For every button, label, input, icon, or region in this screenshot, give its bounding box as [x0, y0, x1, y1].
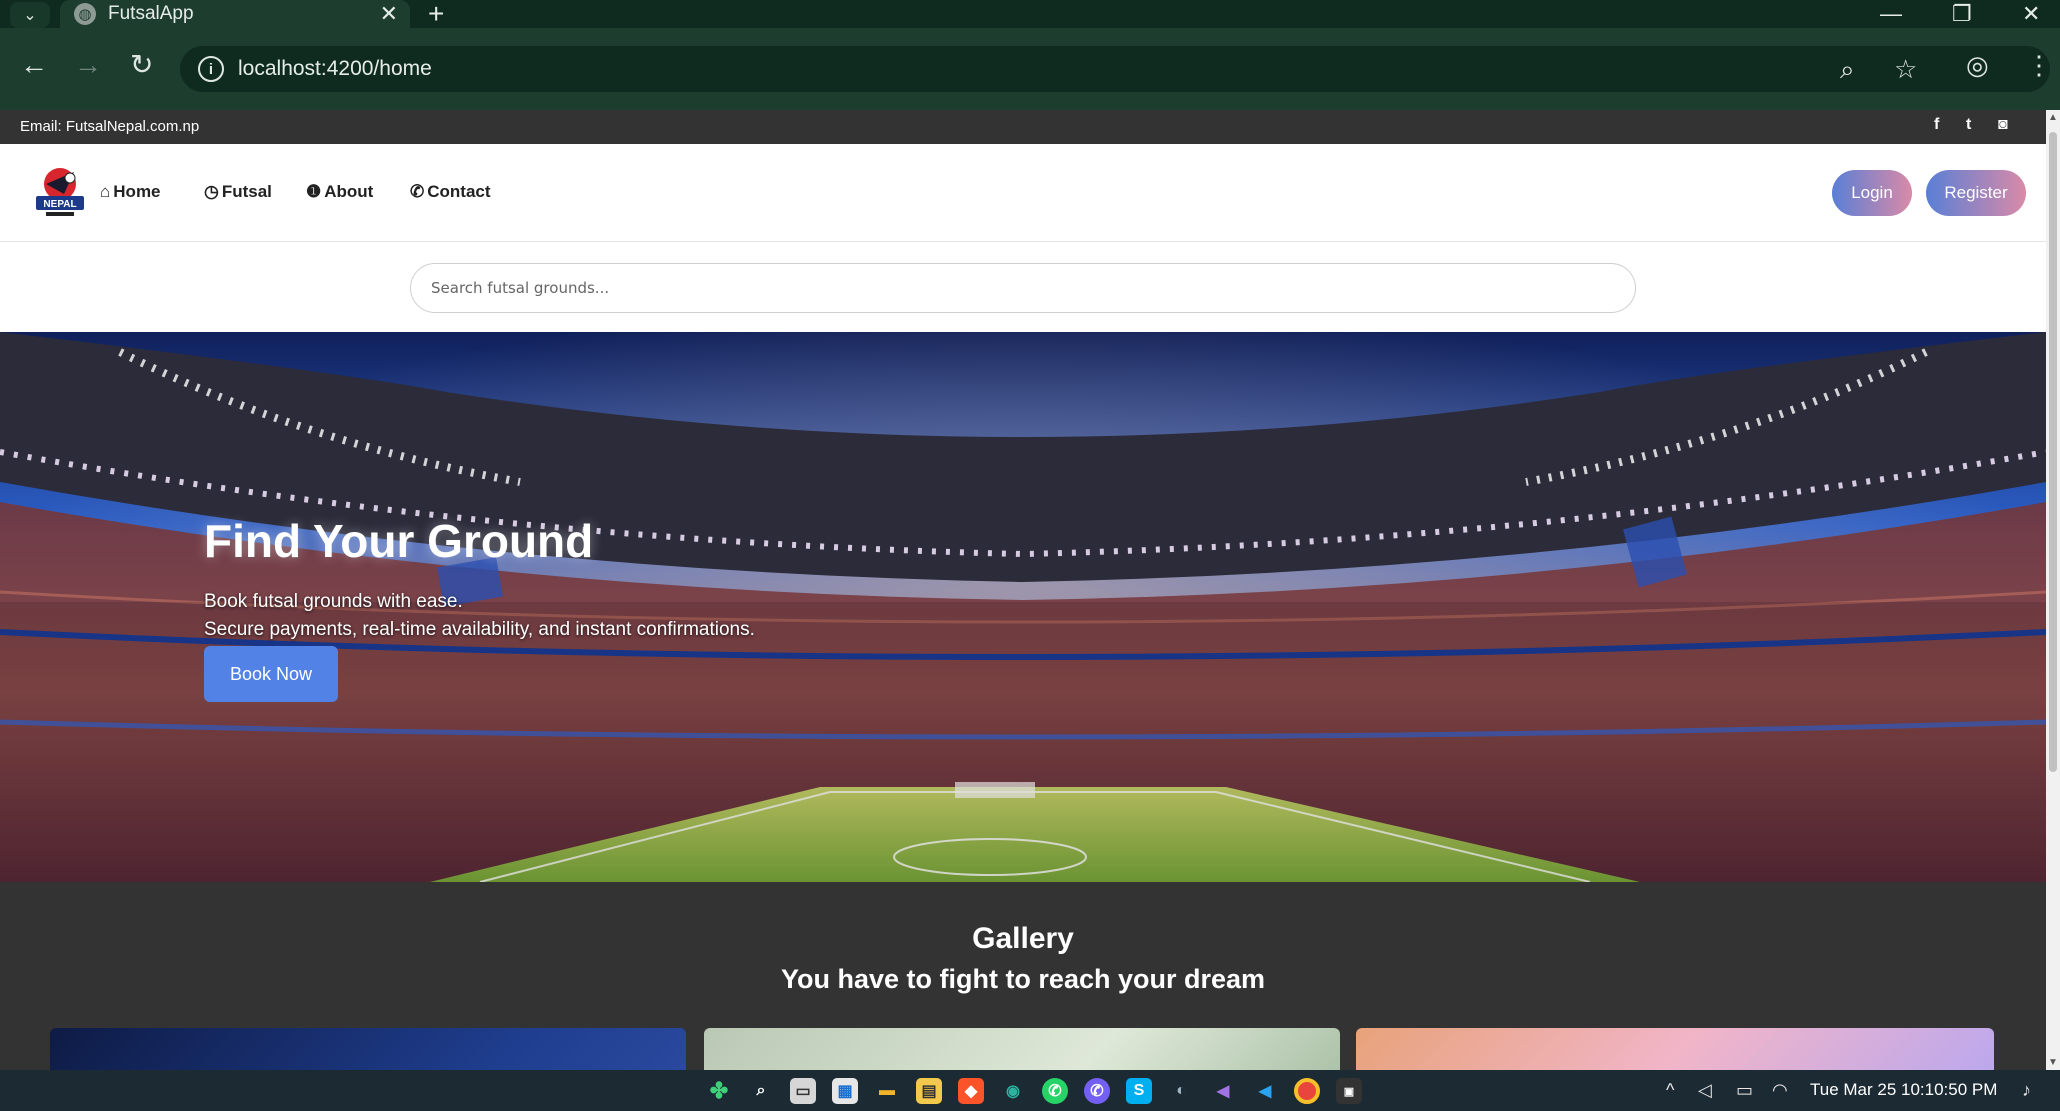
browser-tab[interactable]: ◍ FutsalApp ✕ [60, 0, 410, 28]
battery-icon[interactable]: ▭ [1736, 1080, 1753, 1101]
restore-button[interactable]: ❐ [1952, 0, 1972, 28]
bookmark-star-icon[interactable]: ☆ [1894, 54, 1917, 85]
login-button[interactable]: Login [1832, 170, 1912, 216]
main-navbar: NEPAL ⌂ Home ◷ Futsal ❶ About ✆ Contact … [0, 144, 2046, 242]
svg-text:NEPAL: NEPAL [43, 199, 76, 210]
start-menu-icon[interactable]: ✤ [706, 1078, 732, 1104]
scroll-down-icon[interactable]: ▼ [2048, 1057, 2058, 1068]
url-text[interactable]: localhost:4200/home [238, 57, 432, 81]
instagram-icon[interactable]: ◙ [1998, 116, 2008, 134]
browser-menu-icon[interactable]: ⋮ [2026, 50, 2052, 81]
tab-search-button[interactable]: ⌄ [10, 2, 50, 28]
nav-futsal-label: Futsal [221, 182, 272, 201]
nav-contact[interactable]: ✆ Contact [410, 182, 491, 202]
profile-icon[interactable]: ◎ [1966, 50, 1989, 81]
os-taskbar: ✤ ⌕ ▭ ▦ ▬ ▤ ◆ ◉ ✆ ✆ S ◐ ◀ ◀ ▣ ^ ◁ ▭ ◠ Tu… [0, 1070, 2060, 1111]
brave-browser-icon[interactable]: ◆ [958, 1078, 984, 1104]
notification-bell-icon[interactable]: ♪ [2022, 1080, 2031, 1101]
nav-home[interactable]: ⌂ Home [100, 182, 161, 202]
screen: ⌄ ◍ FutsalApp ✕ + — ❐ ✕ ← → ↻ i localhos… [0, 0, 2060, 1111]
email-text: Email: FutsalNepal.com.np [20, 118, 200, 135]
gallery-image-net[interactable] [1356, 1028, 1994, 1070]
task-view-icon[interactable]: ▭ [790, 1078, 816, 1104]
viber-icon[interactable]: ✆ [1084, 1078, 1110, 1104]
search-icon[interactable]: ⌕ [748, 1078, 774, 1104]
file-explorer-icon[interactable]: ▬ [874, 1078, 900, 1104]
search-input[interactable] [410, 263, 1636, 313]
gallery-image-stadium[interactable] [50, 1028, 686, 1070]
search-section [0, 242, 2046, 332]
back-arrow-icon[interactable]: ← [20, 50, 48, 80]
vscode-icon[interactable]: ◀ [1252, 1078, 1278, 1104]
contact-topbar: Email: FutsalNepal.com.np f t ◙ [0, 110, 2046, 144]
gallery-title: Gallery [972, 922, 1074, 955]
terminal-icon[interactable]: ▣ [1336, 1078, 1362, 1104]
new-tab-button[interactable]: + [428, 0, 444, 28]
facebook-icon[interactable]: f [1934, 116, 1939, 134]
gallery-section: Gallery You have to fight to reach your … [0, 882, 2046, 1070]
whatsapp-icon[interactable]: ✆ [1042, 1078, 1068, 1104]
hero-banner: Find Your Ground Book futsal grounds wit… [0, 332, 2046, 882]
close-window-button[interactable]: ✕ [2022, 0, 2040, 28]
hero-description: Secure payments, real-time availability,… [204, 619, 755, 640]
taskbar-clock[interactable]: Tue Mar 25 10:10:50 PM [1810, 1080, 1997, 1100]
twitter-icon[interactable]: t [1966, 116, 1971, 134]
steam-icon[interactable]: ◐ [1168, 1078, 1194, 1104]
tray-chevron-icon[interactable]: ^ [1666, 1080, 1674, 1101]
browser-toolbar: ← → ↻ i localhost:4200/home ⌕ ☆ ◎ ⋮ [0, 28, 2060, 110]
register-button[interactable]: Register [1926, 170, 2026, 216]
store-icon[interactable]: ▦ [832, 1078, 858, 1104]
forward-arrow-icon[interactable]: → [74, 50, 102, 80]
globe-icon: ◍ [74, 3, 96, 25]
volume-icon[interactable]: ◁ [1698, 1080, 1712, 1101]
close-tab-button[interactable]: ✕ [380, 1, 398, 27]
reload-icon[interactable]: ↻ [130, 50, 153, 80]
site-info-icon[interactable]: i [198, 56, 224, 82]
skype-icon[interactable]: S [1126, 1078, 1152, 1104]
gallery-image-green[interactable] [704, 1028, 1340, 1070]
address-bar[interactable]: i localhost:4200/home ⌕ ☆ [180, 46, 2050, 92]
nav-about[interactable]: ❶ About [306, 182, 373, 202]
hero-title: Find Your Ground [204, 515, 594, 567]
page-viewport: Email: FutsalNepal.com.np f t ◙ NEPAL ⌂ … [0, 110, 2060, 1070]
nav-contact-label: Contact [427, 182, 491, 201]
nav-futsal[interactable]: ◷ Futsal [204, 182, 272, 202]
scroll-up-icon[interactable]: ▲ [2048, 112, 2058, 123]
scrollbar-thumb[interactable] [2049, 132, 2057, 772]
gallery-subtitle: You have to fight to reach your dream [780, 964, 1266, 994]
minimize-button[interactable]: — [1880, 0, 1902, 28]
futsal-nepal-logo[interactable]: NEPAL [34, 164, 86, 218]
tab-title: FutsalApp [108, 3, 194, 24]
notes-icon[interactable]: ▤ [916, 1078, 942, 1104]
chrome-icon[interactable] [1294, 1078, 1320, 1104]
book-now-button[interactable]: Book Now [204, 646, 338, 702]
hero-tagline: Book futsal grounds with ease. [204, 591, 463, 612]
home-icon: ⌂ [100, 182, 111, 201]
wifi-icon[interactable]: ◠ [1772, 1080, 1788, 1101]
browser-tab-strip: ⌄ ◍ FutsalApp ✕ + — ❐ ✕ [0, 0, 2060, 28]
zoom-icon[interactable]: ⌕ [1840, 54, 1855, 86]
app-icon[interactable]: ◉ [1000, 1078, 1026, 1104]
nav-about-label: About [324, 182, 374, 201]
clock-icon: ◷ [204, 182, 219, 201]
info-icon: ❶ [306, 182, 322, 201]
nav-home-label: Home [113, 182, 161, 201]
visual-studio-icon[interactable]: ◀ [1210, 1078, 1236, 1104]
page-scrollbar[interactable]: ▲ ▼ [2046, 110, 2060, 1070]
phone-icon: ✆ [410, 182, 425, 201]
